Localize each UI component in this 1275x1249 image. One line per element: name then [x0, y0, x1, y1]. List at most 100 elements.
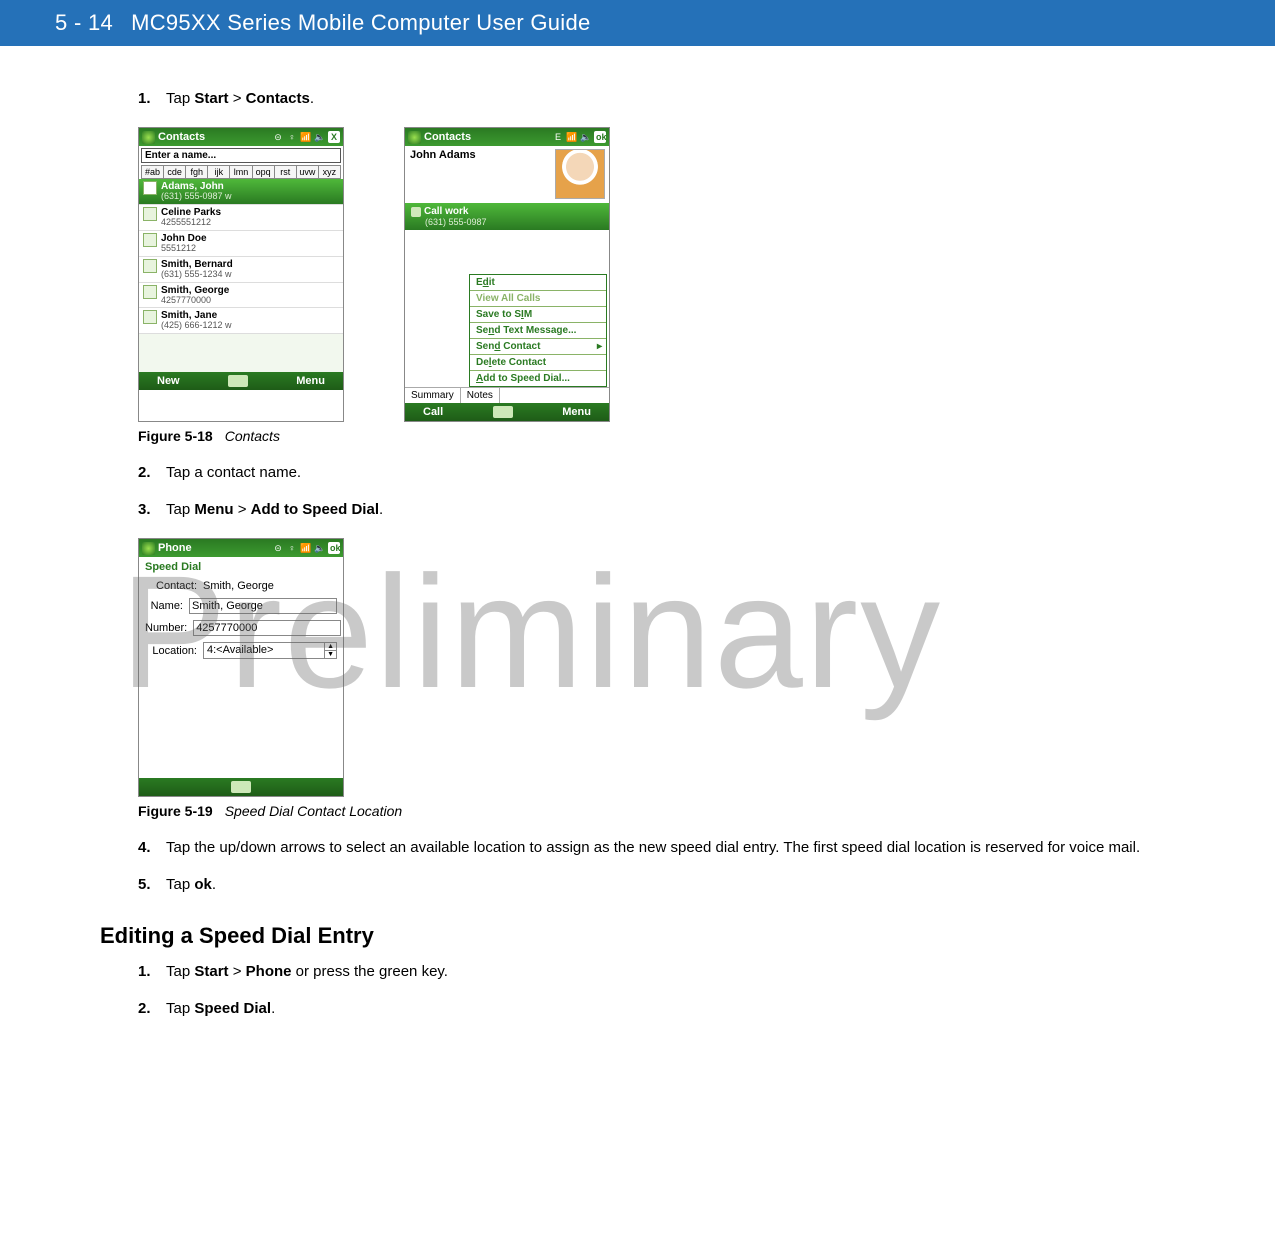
- keyboard-icon[interactable]: [228, 375, 248, 387]
- location-row: Location: 4:<Available> ▲ ▼: [139, 639, 343, 662]
- submenu-arrow-icon: ▸: [597, 341, 602, 352]
- step-number: 4.: [138, 839, 151, 856]
- volume-icon: 🔈: [314, 131, 326, 143]
- menu-edit[interactable]: Edit: [470, 275, 606, 291]
- number-label: Number:: [145, 622, 187, 634]
- menu-save-to-sim[interactable]: Save to SIM: [470, 307, 606, 323]
- close-button[interactable]: X: [328, 131, 340, 143]
- lock-icon: ⊝: [272, 131, 284, 143]
- softkey-new[interactable]: New: [157, 375, 180, 387]
- edge-icon: E: [552, 131, 564, 143]
- start-icon[interactable]: [142, 131, 155, 144]
- ok-button[interactable]: ok: [328, 542, 340, 554]
- call-work-row[interactable]: Call work (631) 555-0987: [405, 203, 609, 230]
- alpha-tab[interactable]: rst: [274, 165, 296, 179]
- step-1-edit: 1. Tap Start > Phone or press the green …: [138, 963, 1145, 980]
- menu-send-contact[interactable]: Send Contact▸: [470, 339, 606, 355]
- contact-row[interactable]: Smith, George4257770000: [139, 283, 343, 309]
- volume-icon: 🔈: [580, 131, 592, 143]
- name-label: Name:: [145, 600, 183, 612]
- start-icon[interactable]: [142, 542, 155, 555]
- softkey-menu[interactable]: Menu: [296, 375, 325, 387]
- page-header: 5 - 14 MC95XX Series Mobile Computer User…: [0, 0, 1275, 46]
- titlebar: Contacts ⊝ ♀ 📶 🔈 X: [139, 128, 343, 146]
- start-icon[interactable]: [408, 131, 421, 144]
- lock-icon: ⊝: [272, 542, 284, 554]
- keyboard-icon[interactable]: [231, 781, 251, 793]
- titlebar: Phone ⊝ ♀ 📶 🔈 ok: [139, 539, 343, 557]
- titlebar: Contacts E 📶 🔈 ok: [405, 128, 609, 146]
- alpha-tab[interactable]: xyz: [318, 165, 341, 179]
- name-field[interactable]: [189, 598, 337, 614]
- alpha-tab[interactable]: opq: [252, 165, 274, 179]
- page-number: 5 - 14: [55, 10, 113, 35]
- step-number: 2.: [138, 464, 151, 481]
- figure-5-18-caption: Figure 5-18Contacts: [138, 428, 1145, 444]
- list-empty-space: [139, 334, 343, 372]
- softkey-call[interactable]: Call: [423, 406, 443, 418]
- alpha-tab[interactable]: fgh: [185, 165, 207, 179]
- softkey-menu[interactable]: Menu: [562, 406, 591, 418]
- ok-button[interactable]: ok: [594, 131, 606, 143]
- location-label: Location:: [145, 645, 197, 657]
- contact-row[interactable]: Celine Parks4255551212: [139, 205, 343, 231]
- step-number: 5.: [138, 876, 151, 893]
- window-title: Phone: [158, 542, 272, 554]
- step-1: 1. Tap Start > Contacts.: [138, 90, 1145, 107]
- contact-icon: [143, 285, 157, 299]
- location-stepper[interactable]: 4:<Available> ▲ ▼: [203, 642, 337, 659]
- figure-5-19-caption: Figure 5-19Speed Dial Contact Location: [138, 803, 1145, 819]
- tab-notes[interactable]: Notes: [461, 388, 500, 403]
- context-menu: Edit View All Calls Save to SIM Send Tex…: [469, 274, 607, 387]
- menu-view-all-calls: View All Calls: [470, 291, 606, 307]
- alpha-tab[interactable]: cde: [163, 165, 185, 179]
- contact-row[interactable]: John Doe5551212: [139, 231, 343, 257]
- contact-label: Contact:: [145, 580, 197, 592]
- screenshot-speed-dial-form: Phone ⊝ ♀ 📶 🔈 ok Speed Dial Contact: Smi…: [138, 538, 344, 797]
- search-input[interactable]: Enter a name...: [141, 148, 341, 163]
- step-4: 4. Tap the up/down arrows to select an a…: [138, 839, 1145, 856]
- window-title: Contacts: [158, 131, 272, 143]
- contact-icon: [143, 181, 157, 195]
- signal-icon: 📶: [300, 542, 312, 554]
- contact-row[interactable]: Smith, Jane(425) 666-1212 w: [139, 308, 343, 334]
- step-up-icon[interactable]: ▲: [325, 643, 336, 651]
- figure-5-18-row: Contacts ⊝ ♀ 📶 🔈 X Enter a name... #ab c…: [138, 127, 1145, 422]
- contact-row: Contact: Smith, George: [139, 577, 343, 595]
- tab-strip: Summary Notes: [405, 387, 609, 403]
- number-row: Number:: [139, 617, 343, 639]
- speed-dial-heading: Speed Dial: [139, 557, 343, 577]
- number-field[interactable]: [193, 620, 341, 636]
- contact-icon: [143, 310, 157, 324]
- step-2-edit: 2. Tap Speed Dial.: [138, 1000, 1145, 1017]
- step-2: 2. Tap a contact name.: [138, 464, 1145, 481]
- signal-icon: 📶: [566, 131, 578, 143]
- connectivity-icon: ♀: [286, 542, 298, 554]
- volume-icon: 🔈: [314, 542, 326, 554]
- alpha-tab[interactable]: #ab: [141, 165, 163, 179]
- step-5: 5. Tap ok.: [138, 876, 1145, 893]
- step-number: 1.: [138, 90, 151, 107]
- contact-icon: [143, 259, 157, 273]
- doc-title: MC95XX Series Mobile Computer User Guide: [131, 10, 591, 35]
- soft-key-bar: Call Menu: [405, 403, 609, 421]
- contact-row[interactable]: Adams, John(631) 555-0987 w: [139, 179, 343, 205]
- alpha-tab[interactable]: lmn: [229, 165, 251, 179]
- contact-header: John Adams: [405, 146, 609, 164]
- section-heading-editing: Editing a Speed Dial Entry: [100, 923, 1145, 949]
- connectivity-icon: ♀: [286, 131, 298, 143]
- alpha-tab[interactable]: uvw: [296, 165, 318, 179]
- tab-summary[interactable]: Summary: [405, 388, 461, 403]
- contact-photo: [555, 149, 605, 199]
- alpha-tab[interactable]: ijk: [207, 165, 229, 179]
- location-value: 4:<Available>: [204, 643, 324, 658]
- page-content: 1. Tap Start > Contacts. Contacts ⊝ ♀ 📶 …: [0, 46, 1275, 1017]
- menu-add-to-speed-dial[interactable]: Add to Speed Dial...: [470, 371, 606, 386]
- step-number: 3.: [138, 501, 151, 518]
- step-down-icon[interactable]: ▼: [325, 651, 336, 658]
- keyboard-icon[interactable]: [493, 406, 513, 418]
- menu-delete-contact[interactable]: Delete Contact: [470, 355, 606, 371]
- contact-row[interactable]: Smith, Bernard(631) 555-1234 w: [139, 257, 343, 283]
- menu-send-text[interactable]: Send Text Message...: [470, 323, 606, 339]
- step-number: 1.: [138, 963, 151, 980]
